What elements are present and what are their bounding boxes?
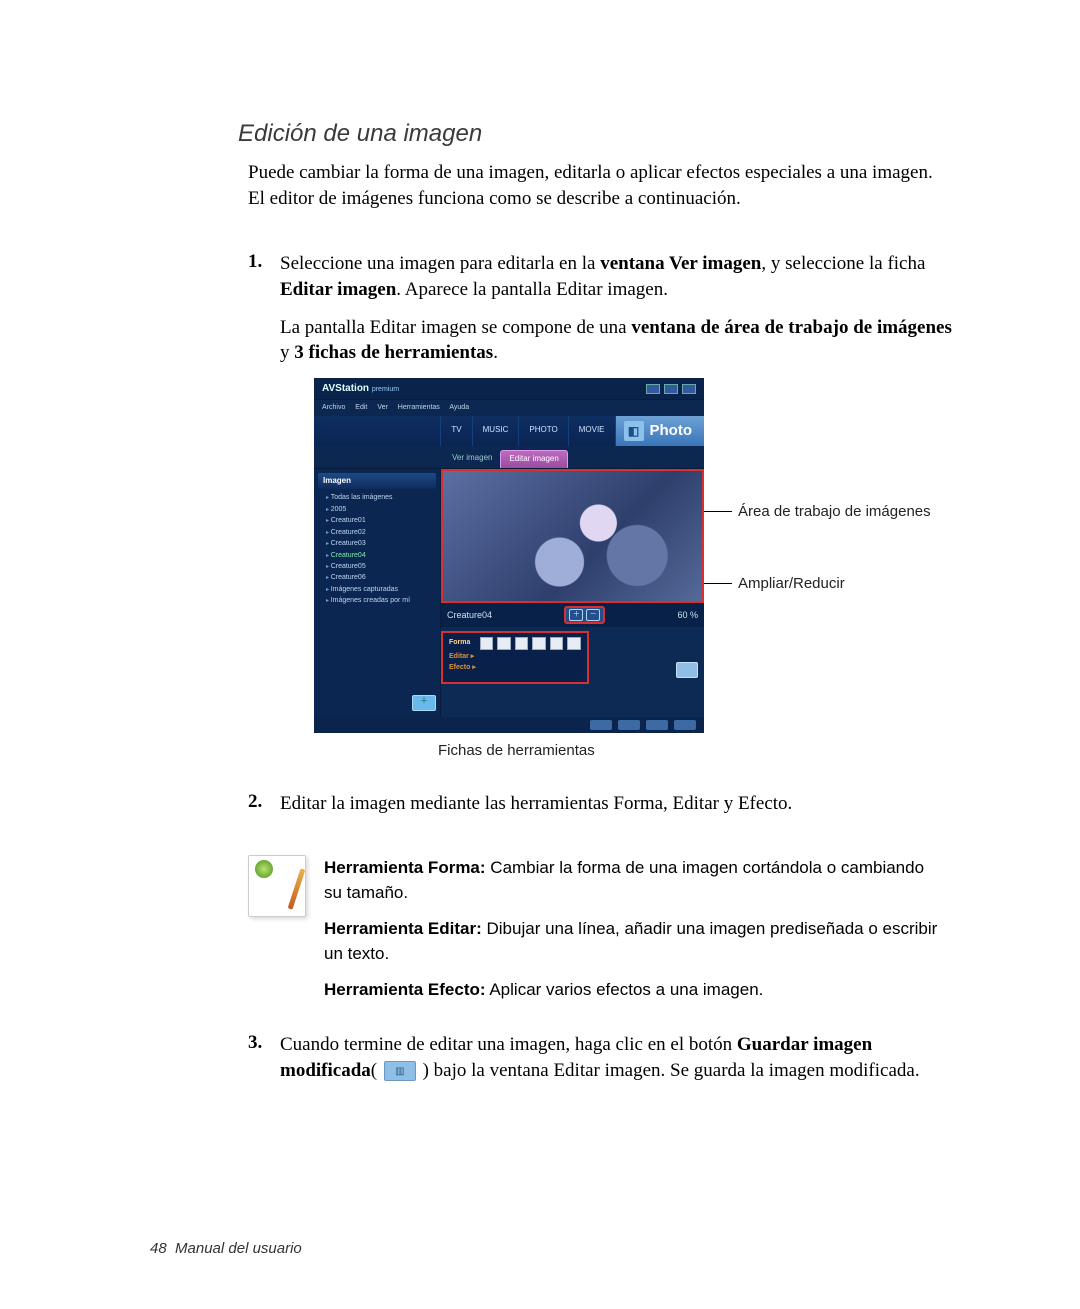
maximize-icon[interactable] — [664, 384, 678, 394]
bold: Editar imagen — [280, 279, 396, 300]
subtab-view-image[interactable]: Ver imagen — [444, 450, 500, 468]
tool-label-forma[interactable]: Forma — [449, 638, 476, 647]
callout-zoom: Ampliar/Reducir — [738, 574, 845, 594]
tool-label-efecto[interactable]: Efecto ▸ — [449, 663, 477, 672]
tool-button[interactable] — [515, 637, 529, 650]
sidebar-item[interactable]: Todas las imágenes — [324, 492, 436, 503]
app-logo: AVStation premium — [322, 382, 399, 396]
subtab-edit-image[interactable]: Editar imagen — [500, 450, 567, 468]
tab-movie[interactable]: MOVIE — [568, 416, 615, 446]
app-subtitle: premium — [372, 386, 399, 393]
tool-efecto-text: Aplicar varios efectos a una imagen. — [486, 980, 764, 999]
callout-workarea: Área de trabajo de imágenes — [738, 502, 931, 522]
step-number: 1. — [248, 251, 280, 761]
sidebar-item-selected[interactable]: Creature04 — [324, 550, 436, 561]
sidebar: Imagen Todas las imágenes 2005 Creature0… — [314, 469, 441, 717]
status-chip — [590, 720, 612, 730]
tool-label-editar[interactable]: Editar ▸ — [449, 652, 477, 661]
tool-editar-label: Herramienta Editar: — [324, 919, 482, 938]
app-window: AVStation premium Archivo Edit — [314, 378, 704, 733]
tab-tv[interactable]: TV — [440, 416, 471, 446]
text: La pantalla Editar imagen se compone de … — [280, 317, 631, 338]
menu-bar: Archivo Edit Ver Herramientas Ayuda — [314, 400, 704, 415]
status-bar — [314, 717, 704, 733]
page-number: 48 — [150, 1240, 167, 1257]
sidebar-item[interactable]: Imágenes creadas por mí — [324, 595, 436, 606]
text: , y seleccione la ficha — [761, 253, 925, 274]
bold: ventana de área de trabajo de imágenes — [631, 317, 952, 338]
tab-photo[interactable]: PHOTO — [518, 416, 567, 446]
menu-item[interactable]: Edit — [355, 404, 367, 411]
step-2: 2. Editar la imagen mediante las herrami… — [248, 791, 940, 829]
page-footer: 48 Manual del usuario — [150, 1240, 302, 1257]
menu-item[interactable]: Archivo — [322, 404, 345, 411]
menu-item[interactable]: Ayuda — [449, 404, 469, 411]
image-canvas[interactable] — [441, 469, 704, 603]
zoom-in-icon[interactable]: ＋ — [569, 609, 583, 621]
menu-item[interactable]: Herramientas — [398, 404, 440, 411]
tool-button[interactable] — [497, 637, 511, 650]
save-edited-image-button[interactable] — [676, 662, 698, 678]
zoom-controls: ＋ － — [564, 606, 605, 624]
app-title: AVStation — [322, 383, 369, 394]
text: y — [280, 342, 294, 363]
bold: 3 fichas de herramientas — [294, 342, 493, 363]
note-box: Herramienta Forma: Cambiar la forma de u… — [248, 855, 940, 1013]
bold: ventana Ver imagen — [600, 253, 761, 274]
active-section-tab[interactable]: ◧ Photo — [615, 416, 705, 446]
figure: AVStation premium Archivo Edit — [314, 378, 964, 733]
sidebar-item[interactable]: Creature02 — [324, 527, 436, 538]
photo-icon: ◧ — [624, 421, 644, 441]
step-text: Editar la imagen mediante las herramient… — [280, 791, 940, 817]
tool-efecto-label: Herramienta Efecto: — [324, 980, 486, 999]
sub-tab-bar: Ver imagen Editar imagen — [314, 446, 704, 468]
close-icon[interactable] — [682, 384, 696, 394]
tool-button[interactable] — [567, 637, 581, 650]
status-chip — [646, 720, 668, 730]
add-button[interactable]: ＋ — [412, 695, 436, 711]
tool-button[interactable] — [550, 637, 564, 650]
sidebar-item[interactable]: Creature03 — [324, 538, 436, 549]
intro-paragraph: Puede cambiar la forma de una imagen, ed… — [248, 160, 940, 211]
main-tab-bar: TV MUSIC PHOTO MOVIE ◧ Photo — [314, 416, 704, 446]
active-section-label: Photo — [650, 421, 693, 441]
status-chip — [618, 720, 640, 730]
text: ) bajo la ventana Editar imagen. Se guar… — [418, 1060, 920, 1081]
tool-forma-label: Herramienta Forma: — [324, 858, 486, 877]
text: Seleccione una imagen para editarla en l… — [280, 253, 600, 274]
sidebar-item[interactable]: Creature06 — [324, 572, 436, 583]
current-file-name: Creature04 — [447, 609, 492, 621]
section-title: Edición de una imagen — [238, 120, 940, 148]
sidebar-item[interactable]: 2005 — [324, 504, 436, 515]
tool-button[interactable] — [480, 637, 494, 650]
tool-panel: Forma Editar ▸ — [441, 631, 589, 685]
sidebar-header: Imagen — [318, 473, 436, 490]
text: . Aparece la pantalla Editar imagen. — [396, 279, 668, 300]
text: . — [493, 342, 498, 363]
step-number: 3. — [248, 1032, 280, 1095]
menu-item[interactable]: Ver — [377, 404, 388, 411]
note-icon — [248, 855, 306, 917]
step-3: 3. Cuando termine de editar una imagen, … — [248, 1032, 940, 1095]
sidebar-item[interactable]: Creature01 — [324, 515, 436, 526]
step-number: 2. — [248, 791, 280, 829]
text: ( — [371, 1060, 382, 1081]
zoom-out-icon[interactable]: － — [586, 609, 600, 621]
save-image-icon: ▥ — [384, 1061, 416, 1081]
work-area: Creature04 ＋ － 60 % — [441, 469, 704, 717]
caption-tool-tabs: Fichas de herramientas — [438, 741, 964, 761]
window-titlebar: AVStation premium — [314, 378, 704, 401]
sidebar-item[interactable]: Imágenes capturadas — [324, 584, 436, 595]
tool-button[interactable] — [532, 637, 546, 650]
sidebar-item[interactable]: Creature05 — [324, 561, 436, 572]
footer-label: Manual del usuario — [175, 1240, 302, 1257]
tab-music[interactable]: MUSIC — [472, 416, 519, 446]
minimize-icon[interactable] — [646, 384, 660, 394]
text: Cuando termine de editar una imagen, hag… — [280, 1034, 737, 1055]
step-1: 1. Seleccione una imagen para editarla e… — [248, 251, 940, 761]
zoom-level: 60 % — [677, 609, 698, 621]
status-chip — [674, 720, 696, 730]
